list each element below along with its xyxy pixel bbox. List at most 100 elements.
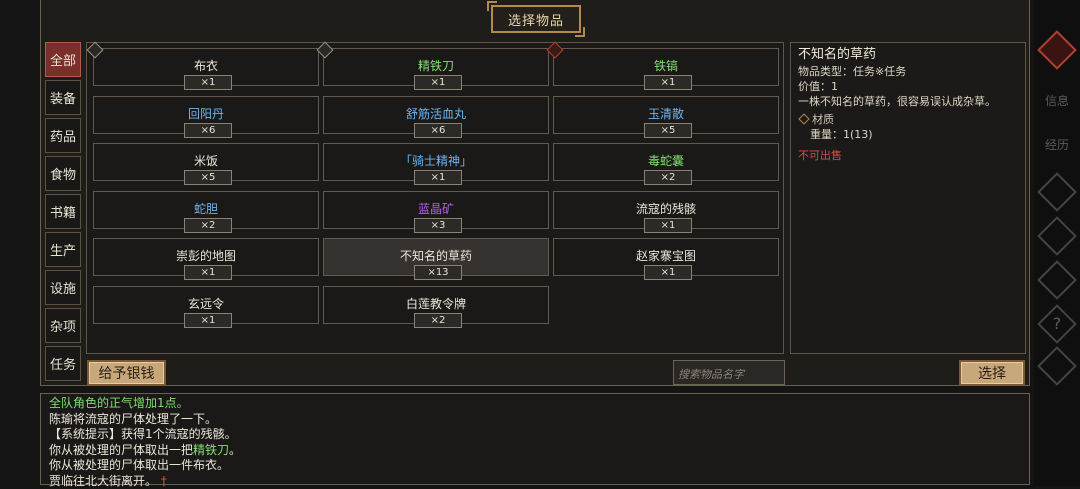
equip-badge-icon <box>87 42 104 59</box>
item-name: 蓝晶矿 <box>324 200 548 217</box>
item-slot[interactable]: 蓝晶矿×3 <box>323 191 549 229</box>
log-text: 。 <box>229 443 241 457</box>
settings-icon[interactable] <box>1037 346 1077 386</box>
item-name: 毒蛇囊 <box>554 152 778 169</box>
item-count: ×1 <box>184 265 232 280</box>
log-line: 陈瑜将流寇的尸体处理了一下。 <box>49 412 1021 428</box>
dagger-icon: † <box>161 474 167 488</box>
item-count: ×1 <box>644 75 692 90</box>
menu-icon[interactable] <box>1037 216 1077 256</box>
item-count: ×2 <box>414 313 462 328</box>
item-name: 米饭 <box>94 152 318 169</box>
category-tab[interactable]: 装备 <box>45 80 81 115</box>
category-tab[interactable]: 生产 <box>45 232 81 267</box>
item-count: ×2 <box>644 170 692 185</box>
history-tab[interactable]: 经历 <box>1034 136 1080 153</box>
log-text: 贾临往北大街离开。 <box>49 474 157 488</box>
item-name: 玉清散 <box>554 105 778 122</box>
item-name: 舒筋活血丸 <box>324 105 548 122</box>
item-count: ×2 <box>184 218 232 233</box>
item-name: 赵家寨宝图 <box>554 247 778 264</box>
log-line: 你从被处理的尸体取出一件布衣。 <box>49 458 1021 474</box>
item-count: ×6 <box>414 123 462 138</box>
log-line: 你从被处理的尸体取出一把精铁刀。 <box>49 443 1021 459</box>
item-name: 崇彭的地图 <box>94 247 318 264</box>
detail-warning: 不可出售 <box>798 148 1018 163</box>
item-slot[interactable]: 回阳丹×6 <box>93 96 319 134</box>
category-tab[interactable]: 书籍 <box>45 194 81 229</box>
item-name: 流寇的残骸 <box>554 200 778 217</box>
help-icon[interactable]: ? <box>1034 314 1080 333</box>
item-name: 布衣 <box>94 57 318 74</box>
detail-weight: 重量：1(13) <box>798 127 1018 142</box>
equip-badge-icon <box>547 42 564 59</box>
item-count: ×3 <box>414 218 462 233</box>
item-count: ×1 <box>414 170 462 185</box>
item-slot[interactable]: 不知名的草药×13 <box>323 238 549 276</box>
item-count: ×1 <box>184 313 232 328</box>
equip-badge-icon <box>317 42 334 59</box>
item-slot[interactable]: 毒蛇囊×2 <box>553 143 779 181</box>
active-menu-icon[interactable] <box>1037 30 1077 70</box>
message-log: 全队角色的正气增加1点。 陈瑜将流寇的尸体处理了一下。 【系统提示】获得1个流寇… <box>40 393 1030 485</box>
item-slot[interactable]: 舒筋活血丸×6 <box>323 96 549 134</box>
item-name: 回阳丹 <box>94 105 318 122</box>
item-slot[interactable]: 蛇胆×2 <box>93 191 319 229</box>
item-slot[interactable]: 米饭×5 <box>93 143 319 181</box>
item-count: ×1 <box>644 265 692 280</box>
item-name: 白莲教令牌 <box>324 295 548 312</box>
category-tab[interactable]: 全部 <box>45 42 81 77</box>
item-slot[interactable]: 白莲教令牌×2 <box>323 286 549 324</box>
give-money-button[interactable]: 给予银钱 <box>87 360 166 386</box>
menu-icon[interactable] <box>1037 260 1077 300</box>
item-name: 「骑士精神」 <box>324 152 548 169</box>
item-slot[interactable]: 玉清散×5 <box>553 96 779 134</box>
item-slot[interactable]: 布衣×1 <box>93 48 319 86</box>
item-count: ×1 <box>414 75 462 90</box>
category-tab[interactable]: 药品 <box>45 118 81 153</box>
log-line: 贾临往北大街离开。 † <box>49 474 1021 489</box>
item-slot[interactable]: 「骑士精神」×1 <box>323 143 549 181</box>
item-slot[interactable]: 玄远令×1 <box>93 286 319 324</box>
item-slot[interactable]: 精铁刀×1 <box>323 48 549 86</box>
detail-price: 价值：1 <box>798 79 1018 94</box>
item-count: ×5 <box>644 123 692 138</box>
item-name: 玄远令 <box>94 295 318 312</box>
search-input[interactable]: 搜索物品名字 <box>673 360 785 385</box>
item-slot[interactable]: 铁镐×1 <box>553 48 779 86</box>
item-grid: 布衣×1精铁刀×1铁镐×1回阳丹×6舒筋活血丸×6玉清散×5米饭×5「骑士精神」… <box>86 42 784 354</box>
category-tab[interactable]: 设施 <box>45 270 81 305</box>
category-tab[interactable]: 食物 <box>45 156 81 191</box>
side-rail: 信息 经历 ? <box>1034 0 1080 486</box>
item-name: 蛇胆 <box>94 200 318 217</box>
item-slot[interactable]: 赵家寨宝图×1 <box>553 238 779 276</box>
log-line: 全队角色的正气增加1点。 <box>49 396 1021 412</box>
detail-section-label: 材质 <box>812 113 834 126</box>
log-highlight: 精铁刀 <box>193 443 229 457</box>
detail-description: 一株不知名的草药，很容易误认成杂草。 <box>798 94 1018 109</box>
item-count: ×5 <box>184 170 232 185</box>
item-slot[interactable]: 流寇的残骸×1 <box>553 191 779 229</box>
item-count: ×1 <box>184 75 232 90</box>
item-count: ×13 <box>414 265 462 280</box>
info-tab[interactable]: 信息 <box>1034 92 1080 109</box>
category-tab[interactable]: 杂项 <box>45 308 81 343</box>
diamond-icon <box>798 113 809 124</box>
detail-item-name: 不知名的草药 <box>798 47 1018 62</box>
detail-section: 材质 <box>798 112 1018 127</box>
menu-icon[interactable] <box>1037 172 1077 212</box>
item-count: ×6 <box>184 123 232 138</box>
select-button[interactable]: 选择 <box>959 360 1025 386</box>
item-name: 精铁刀 <box>324 57 548 74</box>
category-tab[interactable]: 任务 <box>45 346 81 381</box>
item-count: ×1 <box>644 218 692 233</box>
dialog-title: 选择物品 <box>491 5 581 33</box>
item-name: 铁镐 <box>554 57 778 74</box>
item-detail-panel: 不知名的草药 物品类型：任务※任务 价值：1 一株不知名的草药，很容易误认成杂草… <box>790 42 1026 354</box>
detail-type: 物品类型：任务※任务 <box>798 64 1018 79</box>
item-name: 不知名的草药 <box>324 247 548 264</box>
item-slot[interactable]: 崇彭的地图×1 <box>93 238 319 276</box>
log-text: 你从被处理的尸体取出一把 <box>49 443 193 457</box>
log-line: 【系统提示】获得1个流寇的残骸。 <box>49 427 1021 443</box>
category-tabs: 全部装备药品食物书籍生产设施杂项任务 <box>45 42 81 384</box>
